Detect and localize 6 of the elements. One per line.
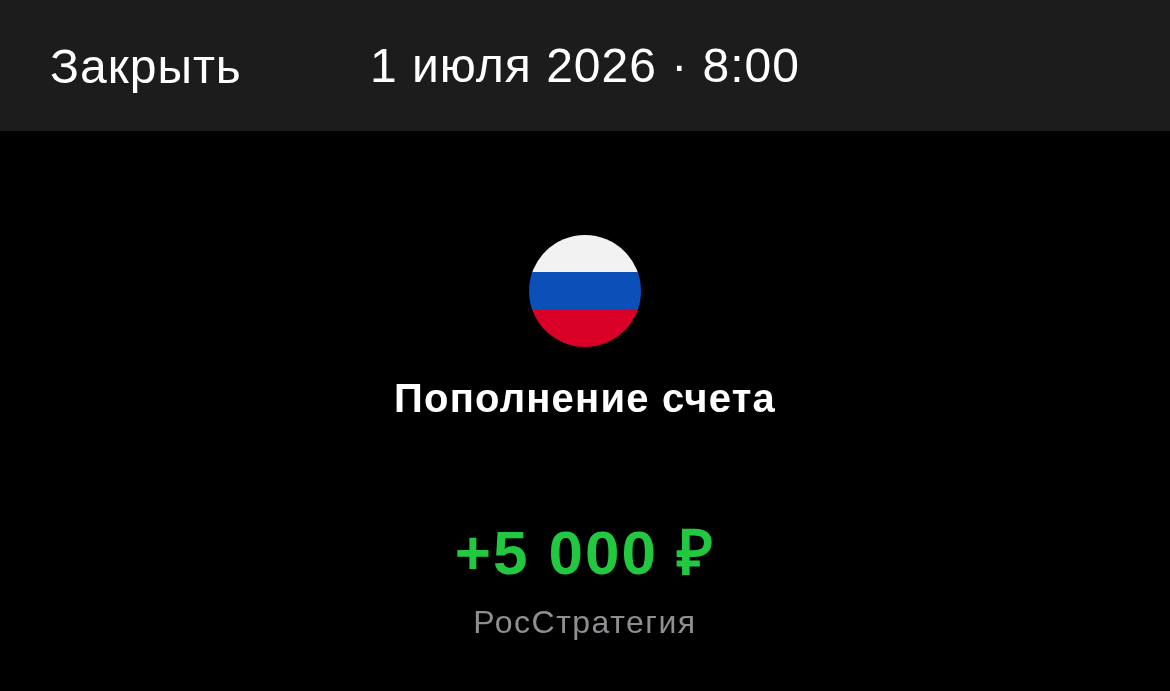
flag-icon — [529, 235, 641, 347]
operation-date: 1 июля 2026 · 8:00 — [370, 38, 800, 93]
counterparty-name: РосСтратегия — [473, 604, 697, 640]
operation-amount: +5 000 ₽ — [454, 518, 716, 588]
close-button[interactable]: Закрыть — [50, 38, 242, 93]
operation-title: Пополнение счета — [394, 376, 776, 420]
